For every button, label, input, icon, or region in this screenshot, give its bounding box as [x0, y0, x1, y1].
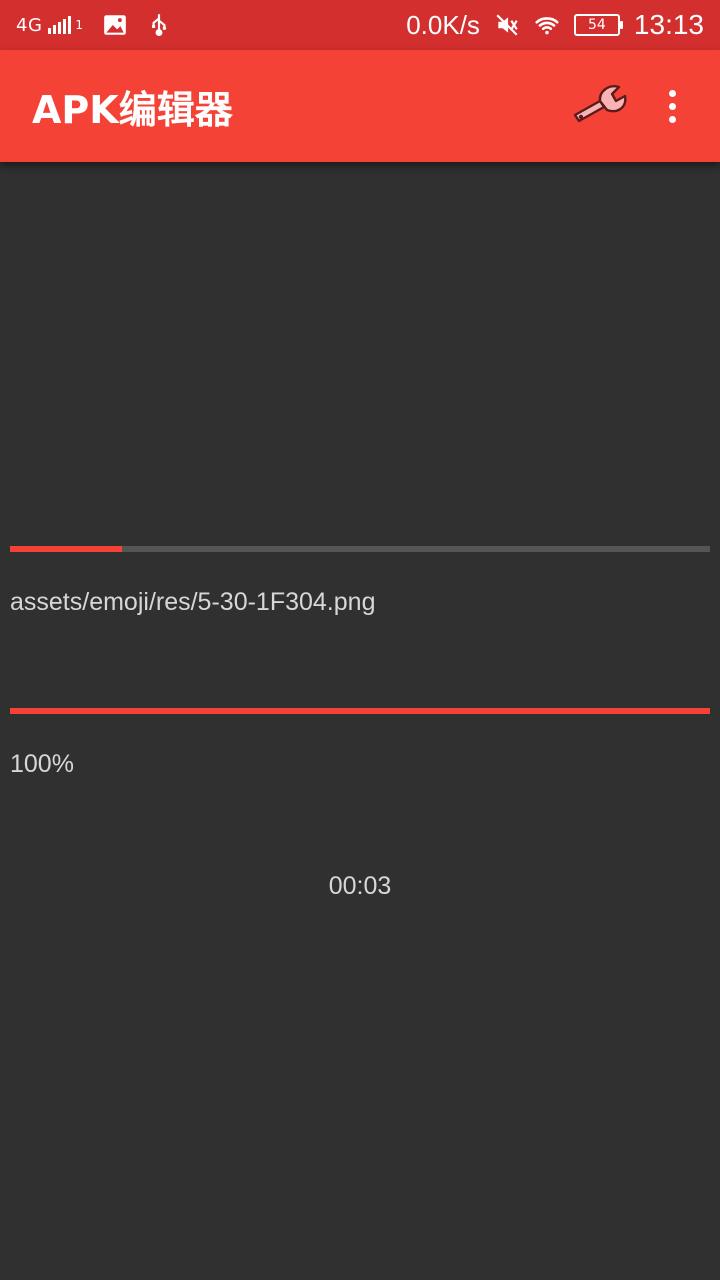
usb-icon	[146, 12, 172, 38]
task-progress-bar	[10, 546, 710, 552]
elapsed-time: 00:03	[328, 872, 392, 900]
network-type: 4G	[16, 14, 43, 36]
wifi-icon	[534, 12, 560, 38]
more-options-button[interactable]	[646, 78, 698, 134]
status-left: 4G 1	[16, 0, 172, 50]
wrench-icon	[569, 81, 631, 131]
tools-button[interactable]	[566, 78, 634, 134]
current-file-label: assets/emoji/res/5-30-1F304.png	[10, 588, 376, 616]
task-progress-fill	[10, 546, 122, 552]
app-bar: APK编辑器	[0, 50, 720, 162]
percent-label: 100%	[10, 750, 74, 778]
battery-level: 54	[588, 17, 606, 33]
overall-progress-fill	[10, 708, 710, 714]
sim-slot: 1	[75, 18, 84, 32]
status-right: 0.0K/s 54 13:13	[406, 0, 704, 50]
status-bar: 4G 1 0.0K/s 54 13:13	[0, 0, 720, 50]
app-title: APK编辑器	[32, 87, 233, 132]
image-icon	[102, 12, 128, 38]
battery-icon: 54	[573, 14, 623, 36]
mute-icon	[494, 12, 520, 38]
signal-icon	[48, 16, 72, 34]
clock: 13:13	[633, 9, 704, 40]
signal-indicator: 4G 1	[16, 15, 84, 36]
more-vert-icon	[668, 89, 676, 123]
network-speed: 0.0K/s	[406, 9, 480, 40]
overall-progress-bar	[10, 708, 710, 714]
